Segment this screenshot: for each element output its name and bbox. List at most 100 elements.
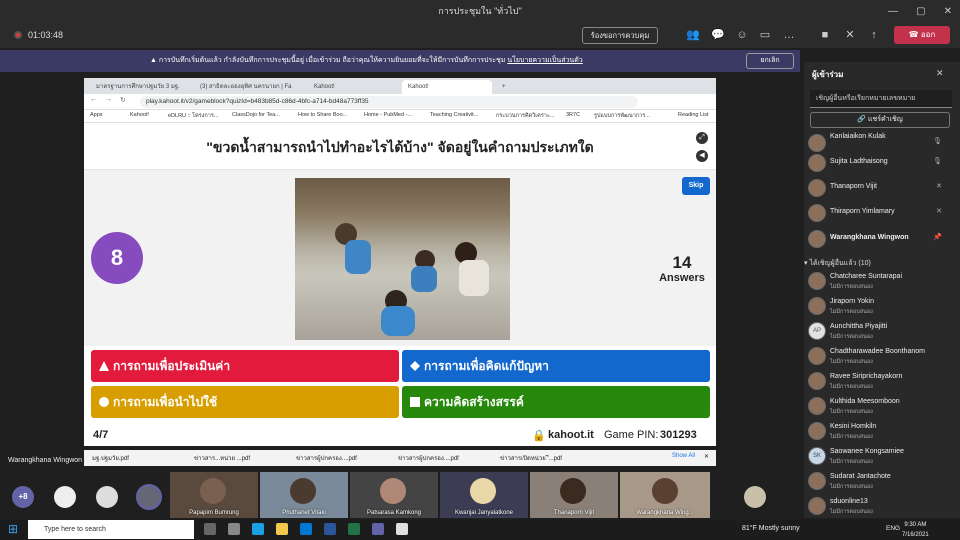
invited-item[interactable]: Ravee Siriprichayakorn ไม่มีการตอบสนอง [808, 370, 954, 392]
downloads-bar: มฐ.ปฐมวัย.pdf ข่าวสาร...หน่วย ...pdf ข่า… [84, 450, 716, 466]
taskbar-search-input[interactable]: Type here to search [28, 520, 194, 539]
invited-item[interactable]: Sudarat Jantachote ไม่มีการตอบสนอง [808, 470, 954, 492]
bookmark-item[interactable]: ClassDojo for Tea... [232, 112, 280, 118]
browser-nav: ← → ↻ [90, 96, 126, 104]
windows-start-icon[interactable]: ⊞ [8, 522, 18, 536]
download-item[interactable]: ข่าวสาร...หน่วย ...pdf [194, 453, 250, 463]
chat-icon[interactable]: 💬 [711, 28, 725, 42]
chrome-icon[interactable] [396, 523, 408, 535]
excel-icon[interactable] [348, 523, 360, 535]
fullscreen-icon[interactable]: ⤢ [696, 132, 708, 144]
bookmark-item[interactable]: Home - PubMed -... [364, 112, 412, 118]
diamond-icon [410, 361, 420, 371]
share-invite-button[interactable]: 🔗 แชร์คำเชิญ [810, 112, 950, 128]
minimize-icon[interactable]: — [888, 6, 898, 17]
more-participants-button[interactable]: +8 [12, 486, 34, 508]
edge-icon[interactable] [252, 523, 264, 535]
bookmark-item[interactable]: Reading List [678, 112, 709, 118]
share-screen-icon[interactable]: ↑ [867, 28, 881, 42]
url-field[interactable]: play.kahoot.it/v2/gameblock?quizId=b483b… [140, 96, 638, 108]
cortana-icon[interactable] [204, 523, 216, 535]
bookmark-item[interactable]: How to Share Boo... [298, 112, 347, 118]
invite-search-input[interactable]: เชิญผู้อื่นหรือเรียกหมายเลขหมาย [810, 90, 952, 108]
skip-button[interactable]: Skip [682, 177, 710, 195]
participant-item[interactable]: Thiraporn Yimlamary ✕ [808, 202, 954, 224]
show-all-button[interactable]: Show All [672, 453, 695, 459]
close-icon[interactable]: ✕ [944, 6, 952, 17]
browser-tab[interactable]: มาตรฐานการศึกษาปฐมวัย 3 มฐ. [90, 80, 190, 94]
weather-widget[interactable]: 81°F Mostly sunny [742, 525, 800, 532]
invited-item[interactable]: sduonline13 ไม่มีการตอบสนอง [808, 495, 954, 517]
back-icon[interactable]: ← [90, 96, 97, 104]
invited-item[interactable]: Jiraporn Yokin ไม่มีการตอบสนอง [808, 295, 954, 317]
rooms-icon[interactable]: ▭ [758, 28, 772, 42]
video-tile[interactable]: Thanaporn Vijit [530, 472, 618, 518]
avatar [808, 397, 826, 415]
browser-tab[interactable]: (3) สาธิตละอองอุทิศ นครนายก | Fa [194, 80, 304, 94]
close-downloads-icon[interactable]: ✕ [704, 453, 709, 460]
browser-tab[interactable]: Kahoot! [308, 80, 398, 94]
video-tile[interactable]: Papapim Bumrung [170, 472, 258, 518]
system-clock[interactable]: 9:30 AM 7/16/2021 [902, 520, 929, 540]
close-panel-icon[interactable]: ✕ [936, 68, 944, 79]
new-tab-icon[interactable]: + [496, 80, 508, 94]
invited-item[interactable]: SK Saowanee Kongsamiee ไม่มีการตอบสนอง [808, 445, 954, 467]
mic-off-icon: ✕ [936, 208, 942, 215]
audio-icon[interactable]: ◀ [696, 150, 708, 162]
answer-option-yellow[interactable]: การถามเพื่อนำไปใช้ [91, 386, 399, 418]
request-control-button[interactable]: ร้องขอการควบคุม [582, 27, 658, 44]
invited-item[interactable]: AP Aunchittha Piyajitti ไม่มีการตอบสนอง [808, 320, 954, 342]
reactions-icon[interactable]: ☺ [735, 28, 749, 42]
task-view-icon[interactable] [228, 523, 240, 535]
video-tile[interactable]: Kwanjai Janyalatkone [440, 472, 528, 518]
avatar [808, 230, 826, 248]
answer-option-blue[interactable]: การถามเพื่อคิดแก้ปัญหา [402, 350, 710, 382]
download-item[interactable]: ข่าวสารผู้ปกครอง....pdf [398, 453, 459, 463]
download-item[interactable]: ข่าวสารเปิดหน่วย 'ี...pdf [500, 453, 562, 463]
camera-off-icon[interactable]: ■ [818, 28, 832, 42]
question-image [295, 178, 510, 340]
mic-icon: 🎙 [933, 158, 942, 165]
maximize-icon[interactable]: ▢ [916, 6, 925, 17]
invited-item[interactable]: Kulthida Meesomboon ไม่มีการตอบสนอง [808, 395, 954, 417]
video-tile[interactable]: Patsarasa Kamkong [350, 472, 438, 518]
bookmark-item[interactable]: กระบวนการคิดวิเคราะ... [496, 112, 554, 120]
participant-item[interactable]: Warangkhana Wingwon 📌 [808, 228, 954, 250]
invited-item[interactable]: Chatcharee Suntarapai ไม่มีการตอบสนอง [808, 270, 954, 292]
triangle-icon [99, 361, 109, 371]
participant-item[interactable]: Kanlaiaikon Kulak 🎙 [808, 132, 954, 154]
more-options-icon[interactable]: … [782, 28, 796, 42]
invited-item[interactable]: Kesini Homkiln ไม่มีการตอบสนอง [808, 420, 954, 442]
bookmark-item[interactable]: 3R7C [566, 112, 580, 118]
bookmark-item[interactable]: Kahoot! [130, 112, 149, 118]
bookmark-item[interactable]: Teaching Creativit... [430, 112, 478, 118]
file-explorer-icon[interactable] [276, 523, 288, 535]
invited-item[interactable]: Chadtharawadee Boonthanom ไม่มีการตอบสนอง [808, 345, 954, 367]
video-tile[interactable]: Warangkhana Wing... [620, 472, 710, 518]
bookmark-item[interactable]: รูปแบบการพัฒนาการ... [594, 112, 650, 120]
browser-tab-active[interactable]: Kahoot! [402, 80, 492, 94]
dismiss-button[interactable]: ยกเลิก [746, 53, 794, 69]
invited-section-header[interactable]: ▾ ได้เชิญผู้อื่นแล้ว (10) [804, 258, 871, 269]
reload-icon[interactable]: ↻ [120, 96, 126, 104]
answer-option-red[interactable]: การถามเพื่อประเมินค่า [91, 350, 399, 382]
teams-icon[interactable] [372, 523, 384, 535]
language-indicator[interactable]: ENG [886, 525, 900, 532]
participant-item[interactable]: Sujita Ladthaisong 🎙 [808, 152, 954, 174]
download-item[interactable]: มฐ.ปฐมวัย.pdf [92, 453, 129, 463]
word-icon[interactable] [324, 523, 336, 535]
bookmark-item[interactable]: Apps [90, 112, 103, 118]
participant-item[interactable]: Thanaporn Vijit ✕ [808, 177, 954, 199]
lock-icon: 🔒 [532, 430, 546, 442]
bookmark-item[interactable]: eDLRU :: โครงการ... [168, 112, 218, 120]
download-item[interactable]: ข่าวสารผู้ปกครอง....pdf [296, 453, 357, 463]
mail-icon[interactable] [300, 523, 312, 535]
leave-button[interactable]: ☎ ออก [894, 26, 950, 44]
answer-option-green[interactable]: ความคิดสร้างสรรค์ [402, 386, 710, 418]
avatar [808, 154, 826, 172]
video-tile[interactable]: Phuthanet Vitaki [260, 472, 348, 518]
participants-icon[interactable]: 👥 [686, 28, 700, 42]
mic-off-icon[interactable]: ✕ [843, 28, 857, 42]
privacy-policy-link[interactable]: นโยบายความเป็นส่วนตัว [507, 57, 582, 64]
forward-icon[interactable]: → [105, 96, 112, 104]
